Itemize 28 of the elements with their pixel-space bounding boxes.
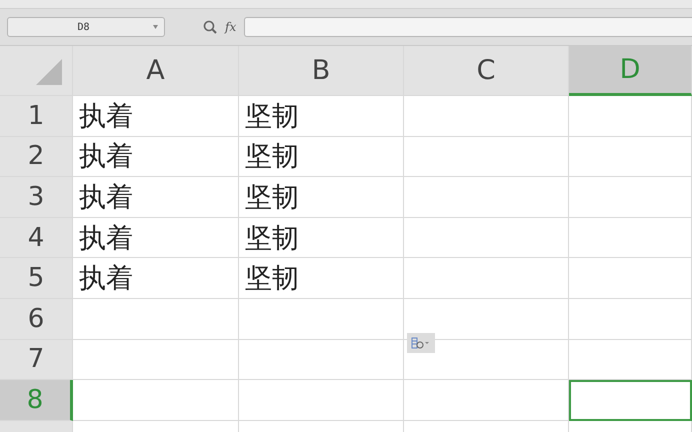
row-header[interactable]: 1 bbox=[0, 96, 73, 137]
row-header[interactable]: 2 bbox=[0, 136, 73, 178]
function-button[interactable]: fx bbox=[225, 20, 236, 34]
name-box[interactable]: D8 bbox=[7, 17, 165, 37]
paste-options-icon bbox=[411, 336, 431, 349]
table-cell: 坚韧 bbox=[239, 218, 404, 258]
caret-icon bbox=[153, 25, 158, 29]
zoom-icon[interactable] bbox=[203, 20, 217, 34]
table-cell: 坚韧 bbox=[239, 96, 404, 137]
column-header[interactable]: A bbox=[73, 46, 239, 96]
table-cell: 执着 bbox=[73, 136, 239, 178]
table-cell: 执着 bbox=[73, 96, 239, 137]
column-header[interactable]: C bbox=[404, 46, 569, 96]
paste-options-button[interactable] bbox=[407, 332, 435, 353]
select-all-icon[interactable] bbox=[36, 59, 62, 85]
table-cell: 坚韧 bbox=[239, 177, 404, 218]
table-cell: 坚韧 bbox=[239, 136, 404, 178]
row-header[interactable]: 6 bbox=[0, 298, 73, 340]
table-cell: 执着 bbox=[73, 218, 239, 258]
column-header[interactable]: B bbox=[239, 46, 404, 96]
row-header[interactable]: 5 bbox=[0, 258, 73, 299]
table-cell: 执着 bbox=[73, 177, 239, 218]
formula-field[interactable] bbox=[244, 17, 692, 37]
table-cell: 坚韧 bbox=[239, 258, 404, 299]
table-cell: 执着 bbox=[73, 258, 239, 299]
row-header[interactable]: 7 bbox=[0, 340, 73, 380]
row-header[interactable]: 3 bbox=[0, 177, 73, 218]
row-header[interactable]: 4 bbox=[0, 218, 73, 258]
